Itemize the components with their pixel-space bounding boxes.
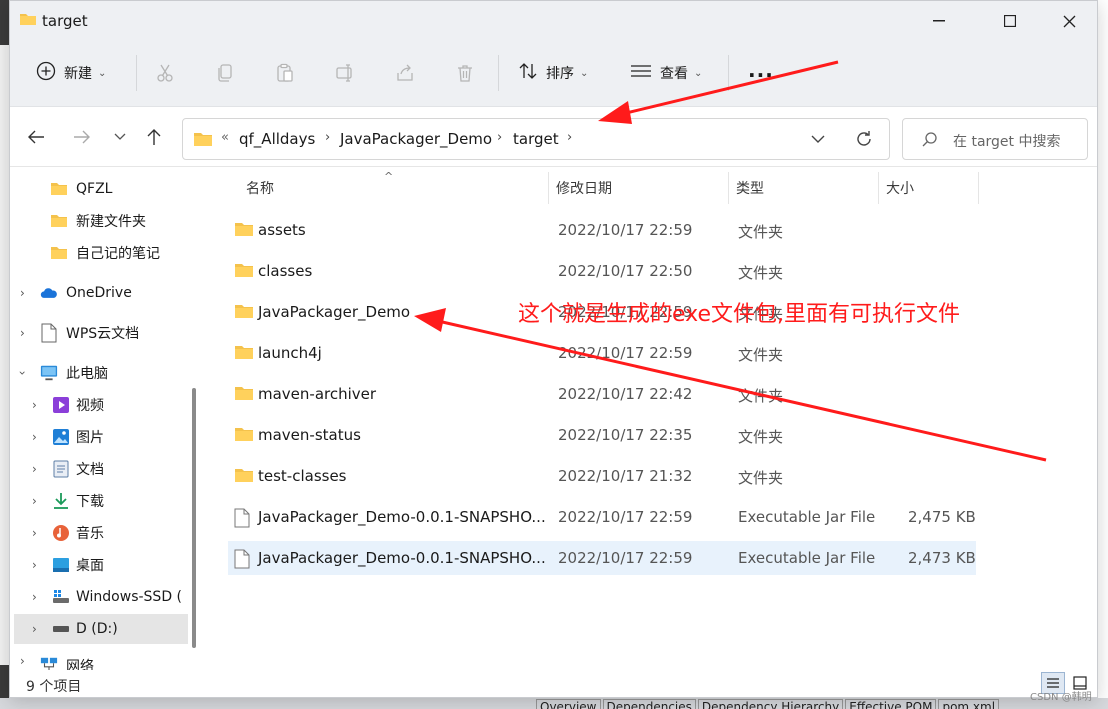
annotation-label: 这个就是生成的exe文件包,里面有可执行文件 xyxy=(518,302,961,327)
watermark: CSDN @韩明 xyxy=(1030,692,1092,703)
arrow-to-exe-folder xyxy=(414,308,1047,462)
annotation-arrows xyxy=(414,60,1047,462)
arrow-to-address-bar xyxy=(598,60,839,124)
